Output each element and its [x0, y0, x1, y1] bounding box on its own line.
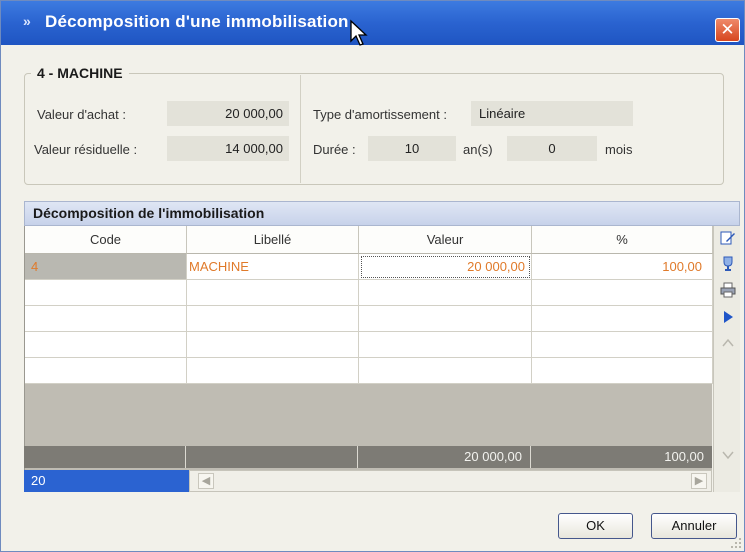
- cell-empty[interactable]: [532, 358, 713, 384]
- years-unit-label: an(s): [463, 142, 493, 157]
- title-bar[interactable]: » Décomposition d'une immobilisation ✕: [1, 1, 744, 46]
- title-menu-chevron-icon[interactable]: »: [23, 13, 31, 29]
- grid-panel-title: Décomposition de l'immobilisation: [24, 201, 740, 226]
- total-label: [186, 446, 358, 468]
- cell-empty[interactable]: [187, 280, 359, 306]
- horizontal-scrollbar[interactable]: ◀ ▶: [189, 470, 712, 492]
- purchase-value-label: Valeur d'achat :: [37, 107, 126, 122]
- table-row[interactable]: [25, 306, 713, 332]
- totals-row: 20 000,00 100,00: [24, 446, 712, 468]
- cell-empty[interactable]: [187, 332, 359, 358]
- edit-icon[interactable]: [717, 230, 738, 252]
- duration-years-field: 10: [368, 136, 456, 161]
- column-header-value[interactable]: Valeur: [359, 226, 532, 254]
- dialog-window: » Décomposition d'une immobilisation ✕ 4…: [0, 0, 745, 552]
- total-percent: 100,00: [664, 449, 704, 464]
- depreciation-type-label: Type d'amortissement :: [313, 107, 447, 122]
- total-value: 20 000,00: [358, 446, 531, 468]
- asset-group-title: 4 - MACHINE: [31, 65, 129, 81]
- column-header-code[interactable]: Code: [25, 226, 187, 254]
- cell-empty[interactable]: [187, 306, 359, 332]
- cell-empty[interactable]: [25, 306, 187, 332]
- cell-code[interactable]: 4: [25, 254, 187, 280]
- cell-empty[interactable]: [25, 358, 187, 384]
- group-divider: [300, 75, 301, 183]
- depreciation-type-field: Linéaire: [471, 101, 633, 126]
- column-header-percent[interactable]: %: [532, 226, 713, 254]
- residual-value-label: Valeur résiduelle :: [34, 142, 138, 157]
- residual-value-field: 14 000,00: [167, 136, 289, 161]
- cell-empty[interactable]: [532, 332, 713, 358]
- mouse-cursor-icon: [350, 19, 368, 46]
- resize-grip-icon[interactable]: [730, 537, 742, 549]
- asset-group-box: [24, 73, 724, 185]
- scroll-up-icon[interactable]: [717, 334, 738, 356]
- cell-empty[interactable]: [359, 332, 532, 358]
- cell-empty[interactable]: [359, 358, 532, 384]
- trophy-icon[interactable]: [717, 256, 738, 278]
- cell-empty[interactable]: [359, 280, 532, 306]
- cell-value[interactable]: 20 000,00: [359, 254, 532, 280]
- total-code: [24, 446, 186, 468]
- purchase-value-field: 20 000,00: [167, 101, 289, 126]
- close-button[interactable]: ✕: [715, 18, 740, 42]
- cell-empty[interactable]: [187, 358, 359, 384]
- cell-empty[interactable]: [532, 280, 713, 306]
- cancel-button[interactable]: Annuler: [651, 513, 737, 539]
- months-unit-label: mois: [605, 142, 633, 157]
- table-row[interactable]: 4 MACHINE 20 000,00 100,00: [25, 254, 713, 280]
- cell-percent[interactable]: 100,00: [532, 254, 713, 280]
- window-title: Décomposition d'une immobilisation: [45, 12, 349, 31]
- scroll-left-icon[interactable]: ◀: [198, 473, 214, 489]
- table-row[interactable]: [25, 280, 713, 306]
- ok-button[interactable]: OK: [558, 513, 633, 539]
- cell-empty[interactable]: [25, 280, 187, 306]
- cell-empty[interactable]: [25, 332, 187, 358]
- cell-empty[interactable]: [359, 306, 532, 332]
- table-row[interactable]: [25, 332, 713, 358]
- duration-months-field: 0: [507, 136, 597, 161]
- column-header-label[interactable]: Libellé: [187, 226, 359, 254]
- duration-label: Durée :: [313, 142, 356, 157]
- play-icon[interactable]: [717, 308, 738, 330]
- side-toolbar: [713, 226, 740, 492]
- cell-label[interactable]: MACHINE: [187, 254, 359, 280]
- row-count-status: 20: [24, 470, 189, 492]
- cell-empty[interactable]: [532, 306, 713, 332]
- print-icon[interactable]: [717, 282, 738, 304]
- scroll-right-icon[interactable]: ▶: [691, 473, 707, 489]
- scroll-down-icon[interactable]: [717, 446, 738, 468]
- table-row[interactable]: [25, 358, 713, 384]
